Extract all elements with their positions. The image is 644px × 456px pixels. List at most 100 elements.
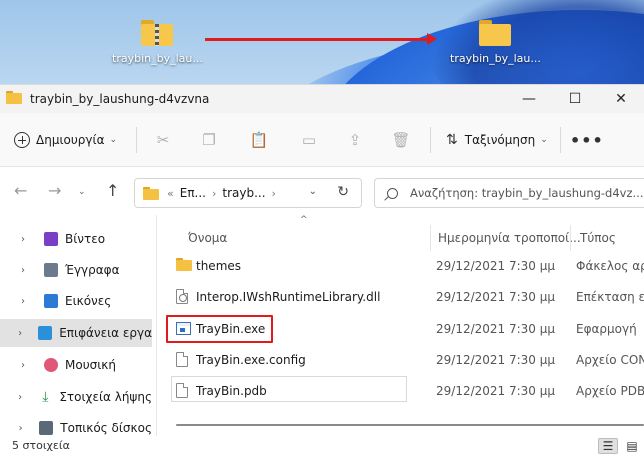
sort-button[interactable]: ⇅ Ταξινόμηση ⌄ xyxy=(446,127,548,153)
status-bar: 5 στοιχεία ☰ ▤ xyxy=(0,436,644,456)
folder-icon xyxy=(479,20,511,46)
item-count: 5 στοιχεία xyxy=(12,439,70,452)
sidebar-item-music[interactable]: › Μουσική xyxy=(0,351,152,379)
search-input[interactable]: Αναζήτηση: traybin_by_laushung-d4vz... xyxy=(410,186,643,200)
file-date: 29/12/2021 7:30 μμ xyxy=(436,322,556,336)
sidebar-item-label: Έγγραφα xyxy=(65,263,120,277)
refresh-icon[interactable]: ↻ xyxy=(337,184,349,200)
desktop-icon-label: traybin_by_lau... xyxy=(450,52,541,65)
sidebar-item-label: Στοιχεία λήψης xyxy=(59,390,152,404)
horizontal-scrollbar[interactable] xyxy=(176,424,644,426)
sidebar-item-label: Βίντεο xyxy=(65,232,106,246)
copy-icon[interactable]: ❐ xyxy=(194,127,224,153)
breadcrumb-separator-icon: › xyxy=(211,186,217,200)
desktop-icon-folder[interactable]: traybin_by_lau... xyxy=(450,20,541,65)
table-row[interactable]: TrayBin.exe.config 29/12/2021 7:30 μμ Αρ… xyxy=(168,345,644,375)
minimize-button[interactable]: — xyxy=(506,85,552,113)
more-options-button[interactable]: ••• xyxy=(570,127,604,153)
column-header-type[interactable]: Τύπος xyxy=(580,231,616,245)
chevron-down-icon[interactable]: ⌄ xyxy=(309,186,317,197)
sidebar-item-downloads[interactable]: › ⤓ Στοιχεία λήψης xyxy=(0,383,152,411)
sort-button-label: Ταξινόμηση xyxy=(464,133,536,147)
address-bar[interactable]: « Επ... › trayb... › ⌄ ↻ xyxy=(134,178,362,208)
sidebar-item-videos[interactable]: › Βίντεο xyxy=(0,225,152,253)
file-name: themes xyxy=(196,259,242,273)
focus-rectangle xyxy=(171,376,407,402)
table-row[interactable]: themes 29/12/2021 7:30 μμ Φάκελος αρ xyxy=(168,251,644,281)
details-view-icon[interactable]: ☰ xyxy=(598,438,618,454)
pictures-icon xyxy=(44,294,58,308)
delete-icon[interactable]: 🗑 xyxy=(386,127,416,153)
rename-icon[interactable]: ▭ xyxy=(294,127,324,153)
file-date: 29/12/2021 7:30 μμ xyxy=(436,384,556,398)
file-type: Αρχείο PDB xyxy=(576,384,644,398)
back-button[interactable]: ← xyxy=(14,181,27,200)
paste-icon[interactable]: 📋 xyxy=(244,127,274,153)
share-icon[interactable]: ⇪ xyxy=(340,127,370,153)
maximize-button[interactable]: ☐ xyxy=(552,85,598,113)
download-icon: ⤓ xyxy=(42,389,49,405)
forward-button[interactable]: → xyxy=(48,181,61,200)
tiles-view-icon[interactable]: ▤ xyxy=(622,438,642,454)
command-bar: Δημιουργία ⌄ ✂ ❐ 📋 ▭ ⇪ 🗑 ⇅ Ταξινόμηση ⌄ … xyxy=(0,113,644,167)
chevron-right-icon[interactable]: › xyxy=(0,234,44,245)
breadcrumb-item[interactable]: Επ... xyxy=(180,186,206,200)
config-file-icon xyxy=(176,352,188,367)
disk-icon xyxy=(39,421,54,435)
sidebar-item-label: Μουσική xyxy=(65,358,116,372)
plus-circle-icon xyxy=(14,132,30,148)
chevron-down-icon: ⌄ xyxy=(540,135,548,145)
file-name: Interop.IWshRuntimeLibrary.dll xyxy=(196,290,381,304)
folder-icon xyxy=(6,91,22,107)
sidebar-item-documents[interactable]: › Έγγραφα xyxy=(0,256,152,284)
music-icon xyxy=(44,358,58,372)
sidebar-item-local-disk[interactable]: › Τοπικός δίσκος xyxy=(0,414,152,437)
chevron-down-icon: ⌄ xyxy=(109,135,118,145)
desktop-icon-zip[interactable]: traybin_by_lau... xyxy=(112,20,203,65)
chevron-right-icon[interactable]: › xyxy=(0,296,44,307)
close-button[interactable]: ✕ xyxy=(598,85,644,113)
sidebar-item-label: Τοπικός δίσκος xyxy=(60,421,152,435)
desktop-icon-label: traybin_by_lau... xyxy=(112,52,203,65)
window-title: traybin_by_laushung-d4vzvna xyxy=(30,92,210,106)
search-box[interactable]: Αναζήτηση: traybin_by_laushung-d4vz... xyxy=(374,178,644,208)
breadcrumb-separator-icon: › xyxy=(271,186,276,200)
red-highlight-annotation xyxy=(166,315,273,343)
up-button[interactable]: ↑ xyxy=(106,181,119,200)
file-type: Αρχείο CON xyxy=(576,353,644,367)
file-name: TrayBin.exe.config xyxy=(196,353,306,367)
title-bar[interactable]: traybin_by_laushung-d4vzvna — ☐ ✕ xyxy=(0,85,644,113)
file-date: 29/12/2021 7:30 μμ xyxy=(436,259,556,273)
file-type: Εφαρμογή xyxy=(576,322,637,336)
sidebar-item-desktop[interactable]: › Επιφάνεια εργα xyxy=(0,319,152,347)
file-type: Φάκελος αρ xyxy=(576,259,644,273)
column-divider[interactable] xyxy=(570,225,571,251)
breadcrumb-overflow[interactable]: « xyxy=(167,187,174,200)
file-type: Επέκταση εφ xyxy=(576,290,644,304)
chevron-right-icon[interactable]: › xyxy=(0,360,44,371)
search-icon xyxy=(387,187,398,199)
dll-icon xyxy=(176,289,188,304)
column-divider[interactable] xyxy=(430,225,431,251)
chevron-right-icon[interactable]: › xyxy=(0,392,38,403)
chevron-right-icon[interactable]: › xyxy=(0,328,38,339)
column-header-name[interactable]: Όνομα xyxy=(188,231,227,245)
table-row[interactable]: Interop.IWshRuntimeLibrary.dll 29/12/202… xyxy=(168,282,644,312)
sort-icon: ⇅ xyxy=(446,132,458,148)
desktop-icon xyxy=(38,326,53,340)
divider xyxy=(430,127,431,153)
chevron-right-icon[interactable]: › xyxy=(0,265,44,276)
sidebar-item-label: Επιφάνεια εργα xyxy=(59,326,152,340)
zip-folder-icon xyxy=(141,20,173,46)
recent-locations-chevron-icon[interactable]: ⌄ xyxy=(78,187,86,197)
new-button[interactable]: Δημιουργία ⌄ xyxy=(14,127,117,153)
breadcrumb-item[interactable]: trayb... xyxy=(222,186,265,200)
navigation-pane: › Βίντεο › Έγγραφα › Εικόνες › Επιφάνεια… xyxy=(0,215,152,437)
pane-splitter[interactable] xyxy=(156,215,157,437)
column-header-date[interactable]: Ημερομηνία τροποποί... xyxy=(438,231,581,245)
sidebar-item-label: Εικόνες xyxy=(65,294,112,308)
sidebar-item-pictures[interactable]: › Εικόνες xyxy=(0,287,152,315)
folder-icon xyxy=(176,258,192,274)
cut-icon[interactable]: ✂ xyxy=(148,127,178,153)
chevron-right-icon[interactable]: › xyxy=(0,423,39,434)
